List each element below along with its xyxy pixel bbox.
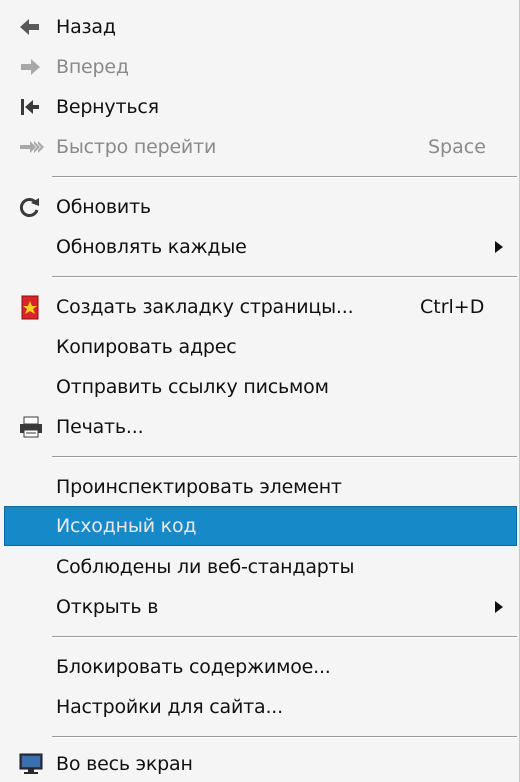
menu-item-send-link[interactable]: Отправить ссылку письмом bbox=[4, 367, 517, 407]
menu-item-reload-every[interactable]: Обновлять каждые bbox=[4, 227, 517, 267]
menu-item-label: Печать... bbox=[56, 416, 144, 438]
menu-item-label: Настройки для сайта... bbox=[56, 696, 283, 718]
menu-item-label: Вперед bbox=[56, 56, 129, 78]
menu-item-copy-address[interactable]: Копировать адрес bbox=[4, 327, 517, 367]
menu-item-label: Вернуться bbox=[56, 96, 159, 118]
menu-item-label: Блокировать содержимое... bbox=[56, 656, 331, 678]
menu-item-fullscreen[interactable]: Во весь экран bbox=[4, 746, 517, 782]
menu-item-fast-forward[interactable]: Быстро перейти Space bbox=[4, 127, 517, 167]
menu-item-block-content[interactable]: Блокировать содержимое... bbox=[4, 647, 517, 687]
menu-item-label: Во весь экран bbox=[56, 753, 193, 775]
menu-separator bbox=[52, 736, 517, 738]
menu-item-label: Обновить bbox=[56, 196, 151, 218]
shortcut-label: Ctrl+D bbox=[420, 296, 485, 318]
menu-separator bbox=[52, 636, 517, 638]
menu-item-label: Обновлять каждые bbox=[56, 236, 247, 258]
menu-item-validate[interactable]: Соблюдены ли веб-стандарты bbox=[4, 547, 517, 587]
forward-arrow-icon bbox=[18, 55, 42, 79]
menu-item-reload[interactable]: Обновить bbox=[4, 187, 517, 227]
menu-item-print[interactable]: Печать... bbox=[4, 407, 517, 447]
fast-forward-icon bbox=[18, 135, 44, 159]
menu-item-inspect[interactable]: Проинспектировать элемент bbox=[4, 467, 517, 507]
shortcut-label: Space bbox=[428, 136, 486, 158]
menu-item-label: Назад bbox=[56, 16, 116, 38]
menu-separator bbox=[52, 176, 517, 178]
menu-item-bookmark[interactable]: Создать закладку страницы... Ctrl+D bbox=[4, 287, 517, 327]
menu-item-rewind[interactable]: Вернуться bbox=[4, 87, 517, 127]
back-arrow-icon bbox=[18, 15, 42, 39]
fullscreen-monitor-icon bbox=[18, 752, 43, 776]
printer-icon bbox=[18, 415, 42, 439]
menu-item-forward[interactable]: Вперед bbox=[4, 47, 517, 87]
menu-separator bbox=[52, 456, 517, 458]
menu-item-label: Копировать адрес bbox=[56, 336, 237, 358]
menu-item-label: Соблюдены ли веб-стандарты bbox=[56, 556, 355, 578]
menu-separator bbox=[52, 276, 517, 278]
menu-item-label: Проинспектировать элемент bbox=[56, 476, 342, 498]
menu-item-label: Быстро перейти bbox=[56, 136, 217, 158]
reload-icon bbox=[18, 195, 42, 219]
bookmark-icon bbox=[18, 295, 42, 320]
menu-item-site-prefs[interactable]: Настройки для сайта... bbox=[4, 687, 517, 727]
menu-item-label: Открыть в bbox=[56, 596, 159, 618]
context-menu: Назад Вперед Вернуться Быстро перейти Sp… bbox=[0, 0, 520, 782]
submenu-arrow-icon bbox=[495, 601, 503, 613]
menu-item-source[interactable]: Исходный код bbox=[4, 506, 517, 546]
submenu-arrow-icon bbox=[495, 241, 503, 253]
rewind-icon bbox=[18, 95, 42, 119]
menu-item-label: Исходный код bbox=[56, 515, 197, 537]
menu-item-label: Отправить ссылку письмом bbox=[56, 376, 329, 398]
menu-item-label: Создать закладку страницы... bbox=[56, 296, 354, 318]
menu-item-open-with[interactable]: Открыть в bbox=[4, 587, 517, 627]
menu-item-back[interactable]: Назад bbox=[4, 7, 517, 47]
